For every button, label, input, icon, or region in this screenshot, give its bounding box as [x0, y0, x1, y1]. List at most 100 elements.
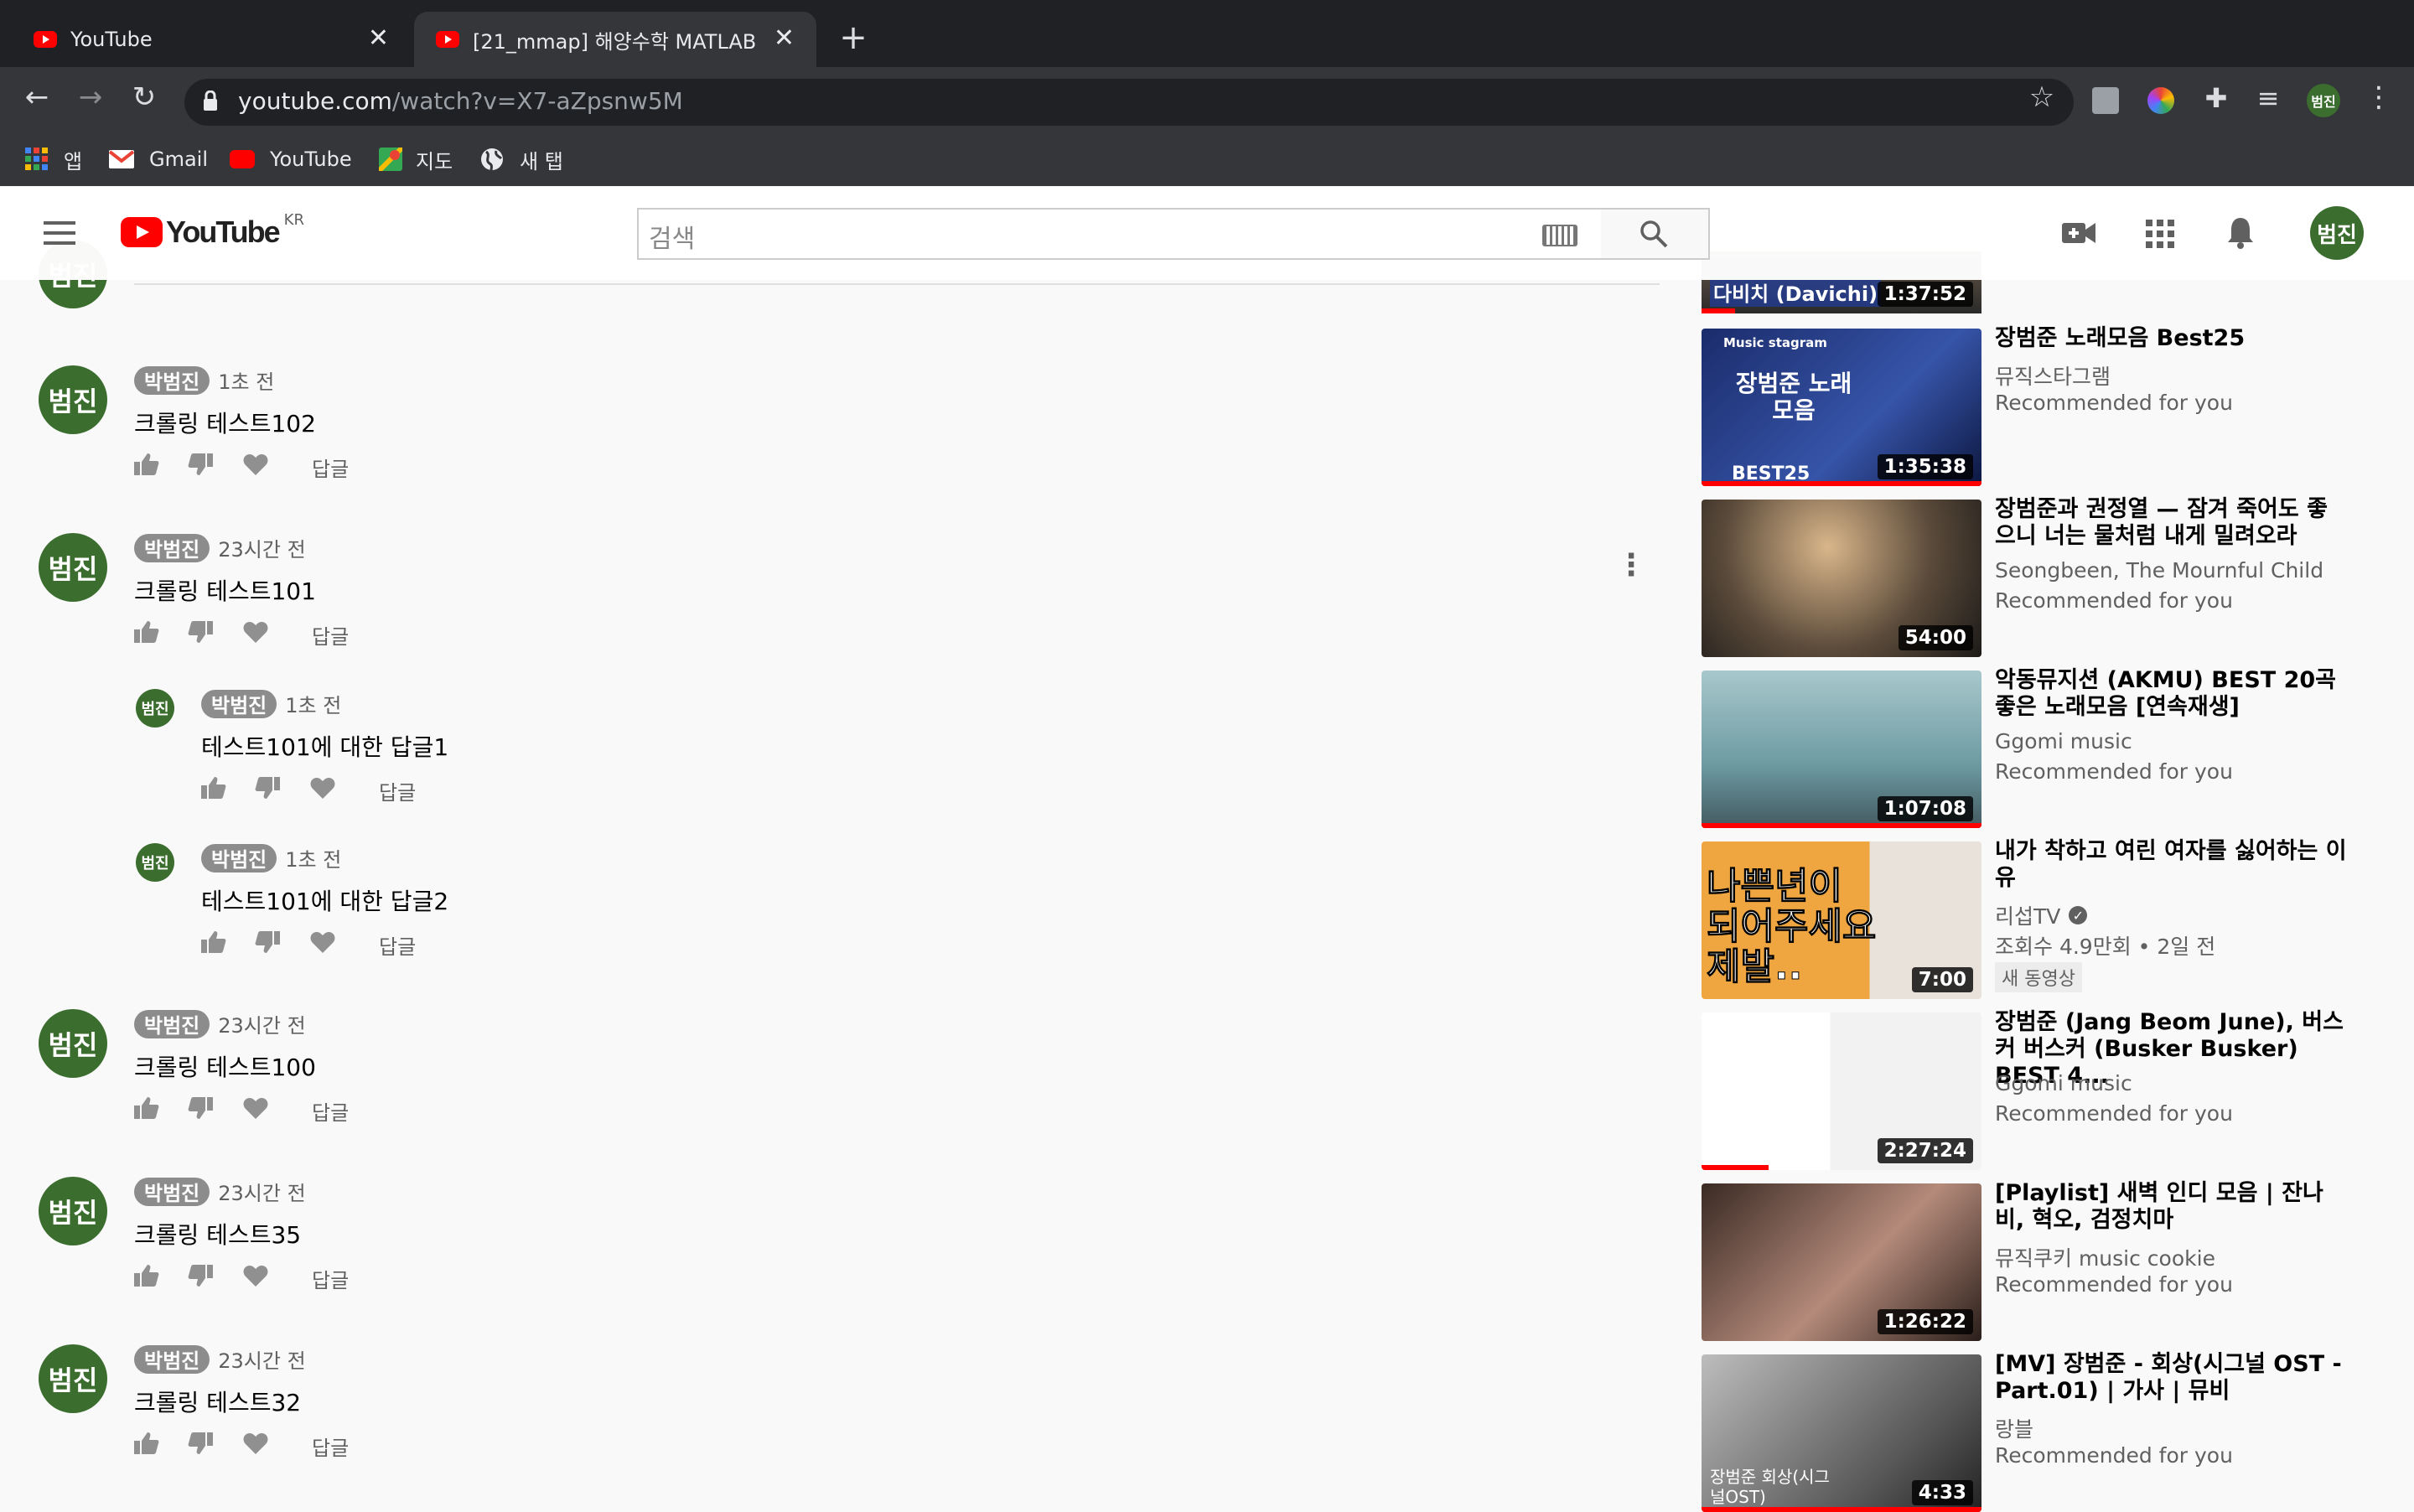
notifications-bell-icon[interactable]: [2226, 216, 2255, 250]
video-thumbnail[interactable]: 2:27:24: [1702, 1012, 1981, 1170]
search-button[interactable]: [1601, 208, 1710, 260]
like-icon[interactable]: [134, 1264, 188, 1293]
video-channel[interactable]: Ggomi music: [1995, 729, 2132, 753]
like-icon[interactable]: [134, 453, 188, 482]
like-icon[interactable]: [201, 776, 255, 805]
comment-author-badge[interactable]: 박범진: [134, 1009, 210, 1038]
comment-avatar[interactable]: 범진: [39, 1344, 107, 1413]
comment-avatar[interactable]: 범진: [39, 1177, 107, 1245]
browser-tab-youtube[interactable]: YouTube ✕: [0, 12, 411, 67]
video-channel[interactable]: 뮤직쿠키 music cookie: [1995, 1242, 2215, 1272]
comment-timestamp[interactable]: 1초 전: [218, 365, 274, 395]
comment-avatar[interactable]: 범진: [136, 843, 174, 882]
comment-avatar[interactable]: 범진: [39, 365, 107, 434]
heart-icon[interactable]: [310, 931, 379, 959]
create-video-icon[interactable]: [2062, 221, 2095, 245]
heart-icon[interactable]: [243, 1265, 312, 1292]
dislike-icon[interactable]: [188, 1432, 243, 1461]
like-icon[interactable]: [134, 620, 188, 650]
url-text[interactable]: youtube.com/watch?v=X7-aZpsnw5M: [238, 87, 683, 115]
dislike-icon[interactable]: [255, 776, 310, 805]
extension-icon[interactable]: [2092, 87, 2119, 114]
close-tab-icon[interactable]: ✕: [774, 23, 795, 53]
bookmark-gmail[interactable]: Gmail: [109, 142, 208, 176]
video-channel[interactable]: 랑블: [1995, 1413, 2033, 1443]
comment-author-badge[interactable]: 박범진: [201, 843, 277, 873]
video-title[interactable]: [Playlist] 새벽 인디 모음 | 잔나비, 혁오, 검정치마: [1995, 1180, 2347, 1234]
comment-author-badge[interactable]: 박범진: [134, 1344, 210, 1374]
heart-icon[interactable]: [243, 621, 312, 649]
like-icon[interactable]: [201, 930, 255, 960]
comment-avatar[interactable]: 범진: [39, 533, 107, 602]
dislike-icon[interactable]: [188, 1264, 243, 1293]
profile-avatar[interactable]: 범진: [2307, 84, 2340, 117]
reply-button[interactable]: 답글: [379, 930, 416, 960]
bookmark-apps[interactable]: 앱: [25, 142, 82, 176]
video-title[interactable]: 장범준 노래모음 Best25: [1995, 325, 2347, 352]
video-thumbnail[interactable]: Music stagram 장범준 노래모음 BEST25 1:35:38: [1702, 329, 1981, 486]
dislike-icon[interactable]: [188, 453, 243, 482]
video-title[interactable]: [MV] 장범준 - 회상(시그널 OST - Part.01) | 가사 | …: [1995, 1351, 2347, 1405]
video-channel[interactable]: 뮤직스타그램: [1995, 360, 2111, 391]
heart-icon[interactable]: [243, 1097, 312, 1125]
browser-tab-active[interactable]: [21_mmap] 해양수학 MATLAB 실 ✕: [414, 12, 816, 67]
comment-author-badge[interactable]: 박범진: [134, 365, 210, 395]
keyboard-icon[interactable]: [1542, 225, 1577, 246]
video-title[interactable]: 장범준과 권정열 — 잠겨 죽어도 좋으니 너는 물처럼 내게 밀려오라: [1995, 496, 2347, 550]
comment-avatar[interactable]: 범진: [39, 1009, 107, 1078]
apps-icon[interactable]: [2146, 220, 2174, 248]
video-channel[interactable]: Ggomi music: [1995, 1071, 2132, 1095]
reply-button[interactable]: 답글: [312, 1432, 349, 1461]
like-icon[interactable]: [134, 1432, 188, 1461]
comment-author-badge[interactable]: 박범진: [201, 689, 277, 718]
puzzle-extensions-icon[interactable]: ✚: [2198, 82, 2235, 114]
video-title[interactable]: 악동뮤지션 (AKMU) BEST 20곡 좋은 노래모음 [연속재생]: [1995, 667, 2347, 721]
video-thumbnail[interactable]: 장범준 회상(시그널OST) 4:33: [1702, 1354, 1981, 1512]
bookmark-maps[interactable]: 지도: [379, 142, 453, 176]
comment-timestamp[interactable]: 23시간 전: [218, 533, 305, 562]
search-input[interactable]: 검색: [637, 208, 1604, 260]
chrome-menu-icon[interactable]: ⋮: [2362, 80, 2396, 114]
video-thumbnail[interactable]: 1:26:22: [1702, 1183, 1981, 1341]
back-icon[interactable]: ←: [18, 80, 55, 114]
reply-button[interactable]: 답글: [379, 776, 416, 805]
like-icon[interactable]: [134, 1096, 188, 1126]
forward-icon[interactable]: →: [72, 80, 109, 114]
comment-timestamp[interactable]: 23시간 전: [218, 1177, 305, 1206]
video-channel[interactable]: Seongbeen, The Mournful Child: [1995, 558, 2323, 583]
dislike-icon[interactable]: [188, 1096, 243, 1126]
video-channel[interactable]: 리섭TV ✓: [1995, 900, 2088, 930]
new-tab-icon[interactable]: +: [835, 18, 872, 57]
hamburger-menu-icon[interactable]: [44, 221, 75, 246]
account-avatar[interactable]: 범진: [2310, 206, 2364, 260]
color-extension-icon[interactable]: [2147, 87, 2174, 114]
comment-timestamp[interactable]: 23시간 전: [218, 1344, 305, 1374]
close-tab-icon[interactable]: ✕: [368, 23, 389, 53]
comment-timestamp[interactable]: 1초 전: [285, 689, 341, 718]
youtube-logo[interactable]: YouTube KR: [121, 211, 304, 250]
dislike-icon[interactable]: [255, 930, 310, 960]
more-actions-icon[interactable]: ⋮: [1616, 548, 1646, 583]
reply-button[interactable]: 답글: [312, 1264, 349, 1293]
video-title[interactable]: 내가 착하고 여린 여자를 싫어하는 이유: [1995, 838, 2347, 892]
bookmark-new-tab[interactable]: 새 탭: [479, 142, 563, 176]
comment-timestamp[interactable]: 23시간 전: [218, 1009, 305, 1038]
bookmark-star-icon[interactable]: ☆: [2023, 80, 2060, 114]
reply-button[interactable]: 답글: [312, 453, 349, 482]
reply-button[interactable]: 답글: [312, 1096, 349, 1126]
reload-icon[interactable]: ↻: [126, 80, 163, 114]
bookmark-youtube[interactable]: YouTube: [230, 142, 352, 176]
video-thumbnail[interactable]: 54:00: [1702, 500, 1981, 657]
comment-author-badge[interactable]: 박범진: [134, 1177, 210, 1206]
video-thumbnail[interactable]: 나쁜년이 되어주세요 제발.. 7:00: [1702, 841, 1981, 999]
reply-button[interactable]: 답글: [312, 620, 349, 650]
comment-timestamp[interactable]: 1초 전: [285, 843, 341, 873]
dislike-icon[interactable]: [188, 620, 243, 650]
heart-icon[interactable]: [243, 1432, 312, 1460]
comment-author-badge[interactable]: 박범진: [134, 533, 210, 562]
heart-icon[interactable]: [310, 777, 379, 805]
video-thumbnail[interactable]: 1:07:08: [1702, 671, 1981, 828]
media-queue-icon[interactable]: ≡: [2250, 82, 2287, 114]
comment-avatar[interactable]: 범진: [136, 689, 174, 728]
heart-icon[interactable]: [243, 453, 312, 481]
